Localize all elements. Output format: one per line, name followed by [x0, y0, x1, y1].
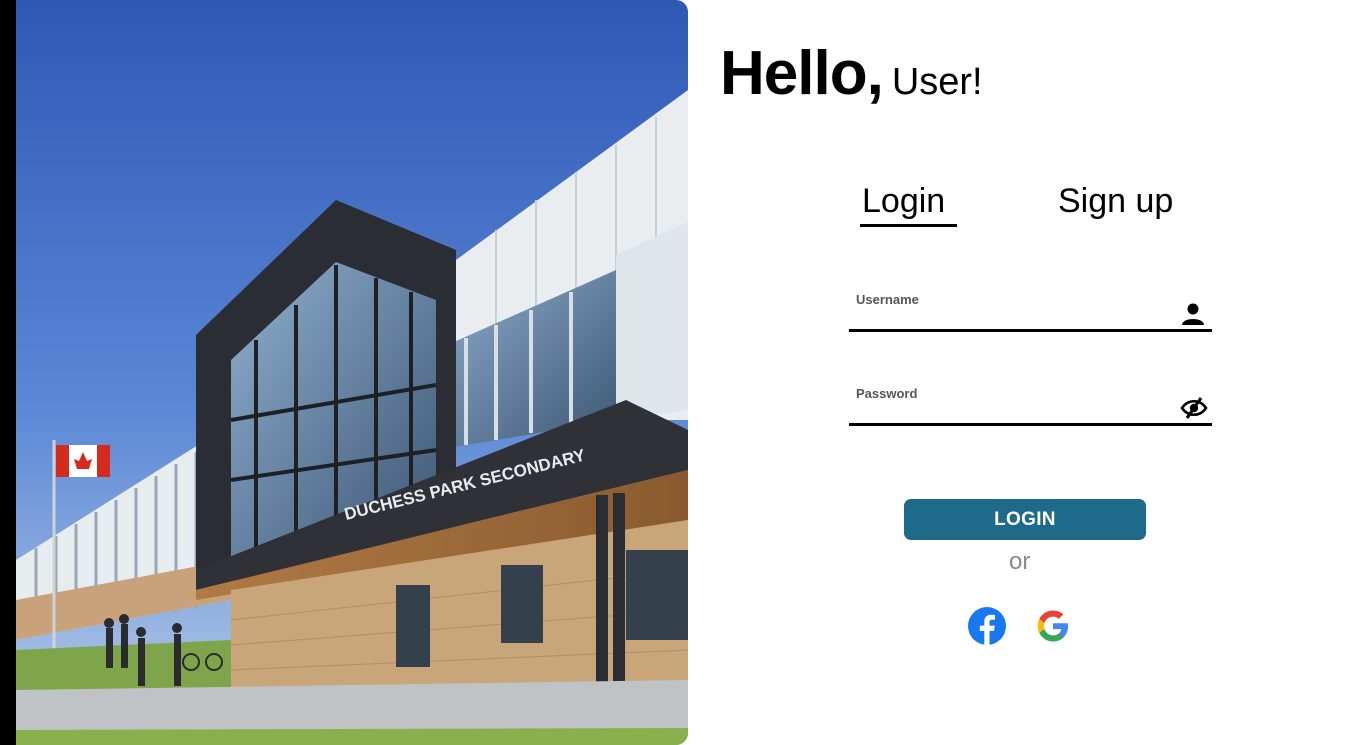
tab-login[interactable]: Login: [862, 182, 945, 221]
hero-image: DUCHESS PARK SECONDARY: [16, 0, 688, 745]
username-underline: [849, 329, 1212, 332]
password-underline: [849, 423, 1212, 426]
greeting-hello: Hello: [720, 39, 868, 108]
password-label: Password: [856, 386, 918, 401]
username-label: Username: [856, 292, 919, 307]
username-input[interactable]: [855, 309, 1169, 329]
greeting-comma: ,: [866, 39, 884, 108]
eye-slash-icon[interactable]: [1180, 396, 1208, 420]
canadian-flag: [56, 445, 110, 477]
left-edge-strip: [0, 0, 16, 745]
tab-signup[interactable]: Sign up: [1058, 182, 1173, 221]
greeting-user: User!: [891, 61, 983, 103]
active-tab-underline: [860, 224, 957, 227]
or-divider-text: or: [1009, 548, 1031, 575]
facebook-icon[interactable]: [968, 607, 1006, 645]
greeting-heading: Hello, User!: [720, 38, 983, 109]
login-button[interactable]: LOGIN: [904, 499, 1146, 540]
password-input[interactable]: [855, 403, 1169, 423]
google-icon[interactable]: [1034, 607, 1072, 645]
username-field[interactable]: Username: [849, 292, 1212, 332]
user-icon: [1180, 302, 1206, 326]
password-field[interactable]: Password: [849, 386, 1212, 426]
